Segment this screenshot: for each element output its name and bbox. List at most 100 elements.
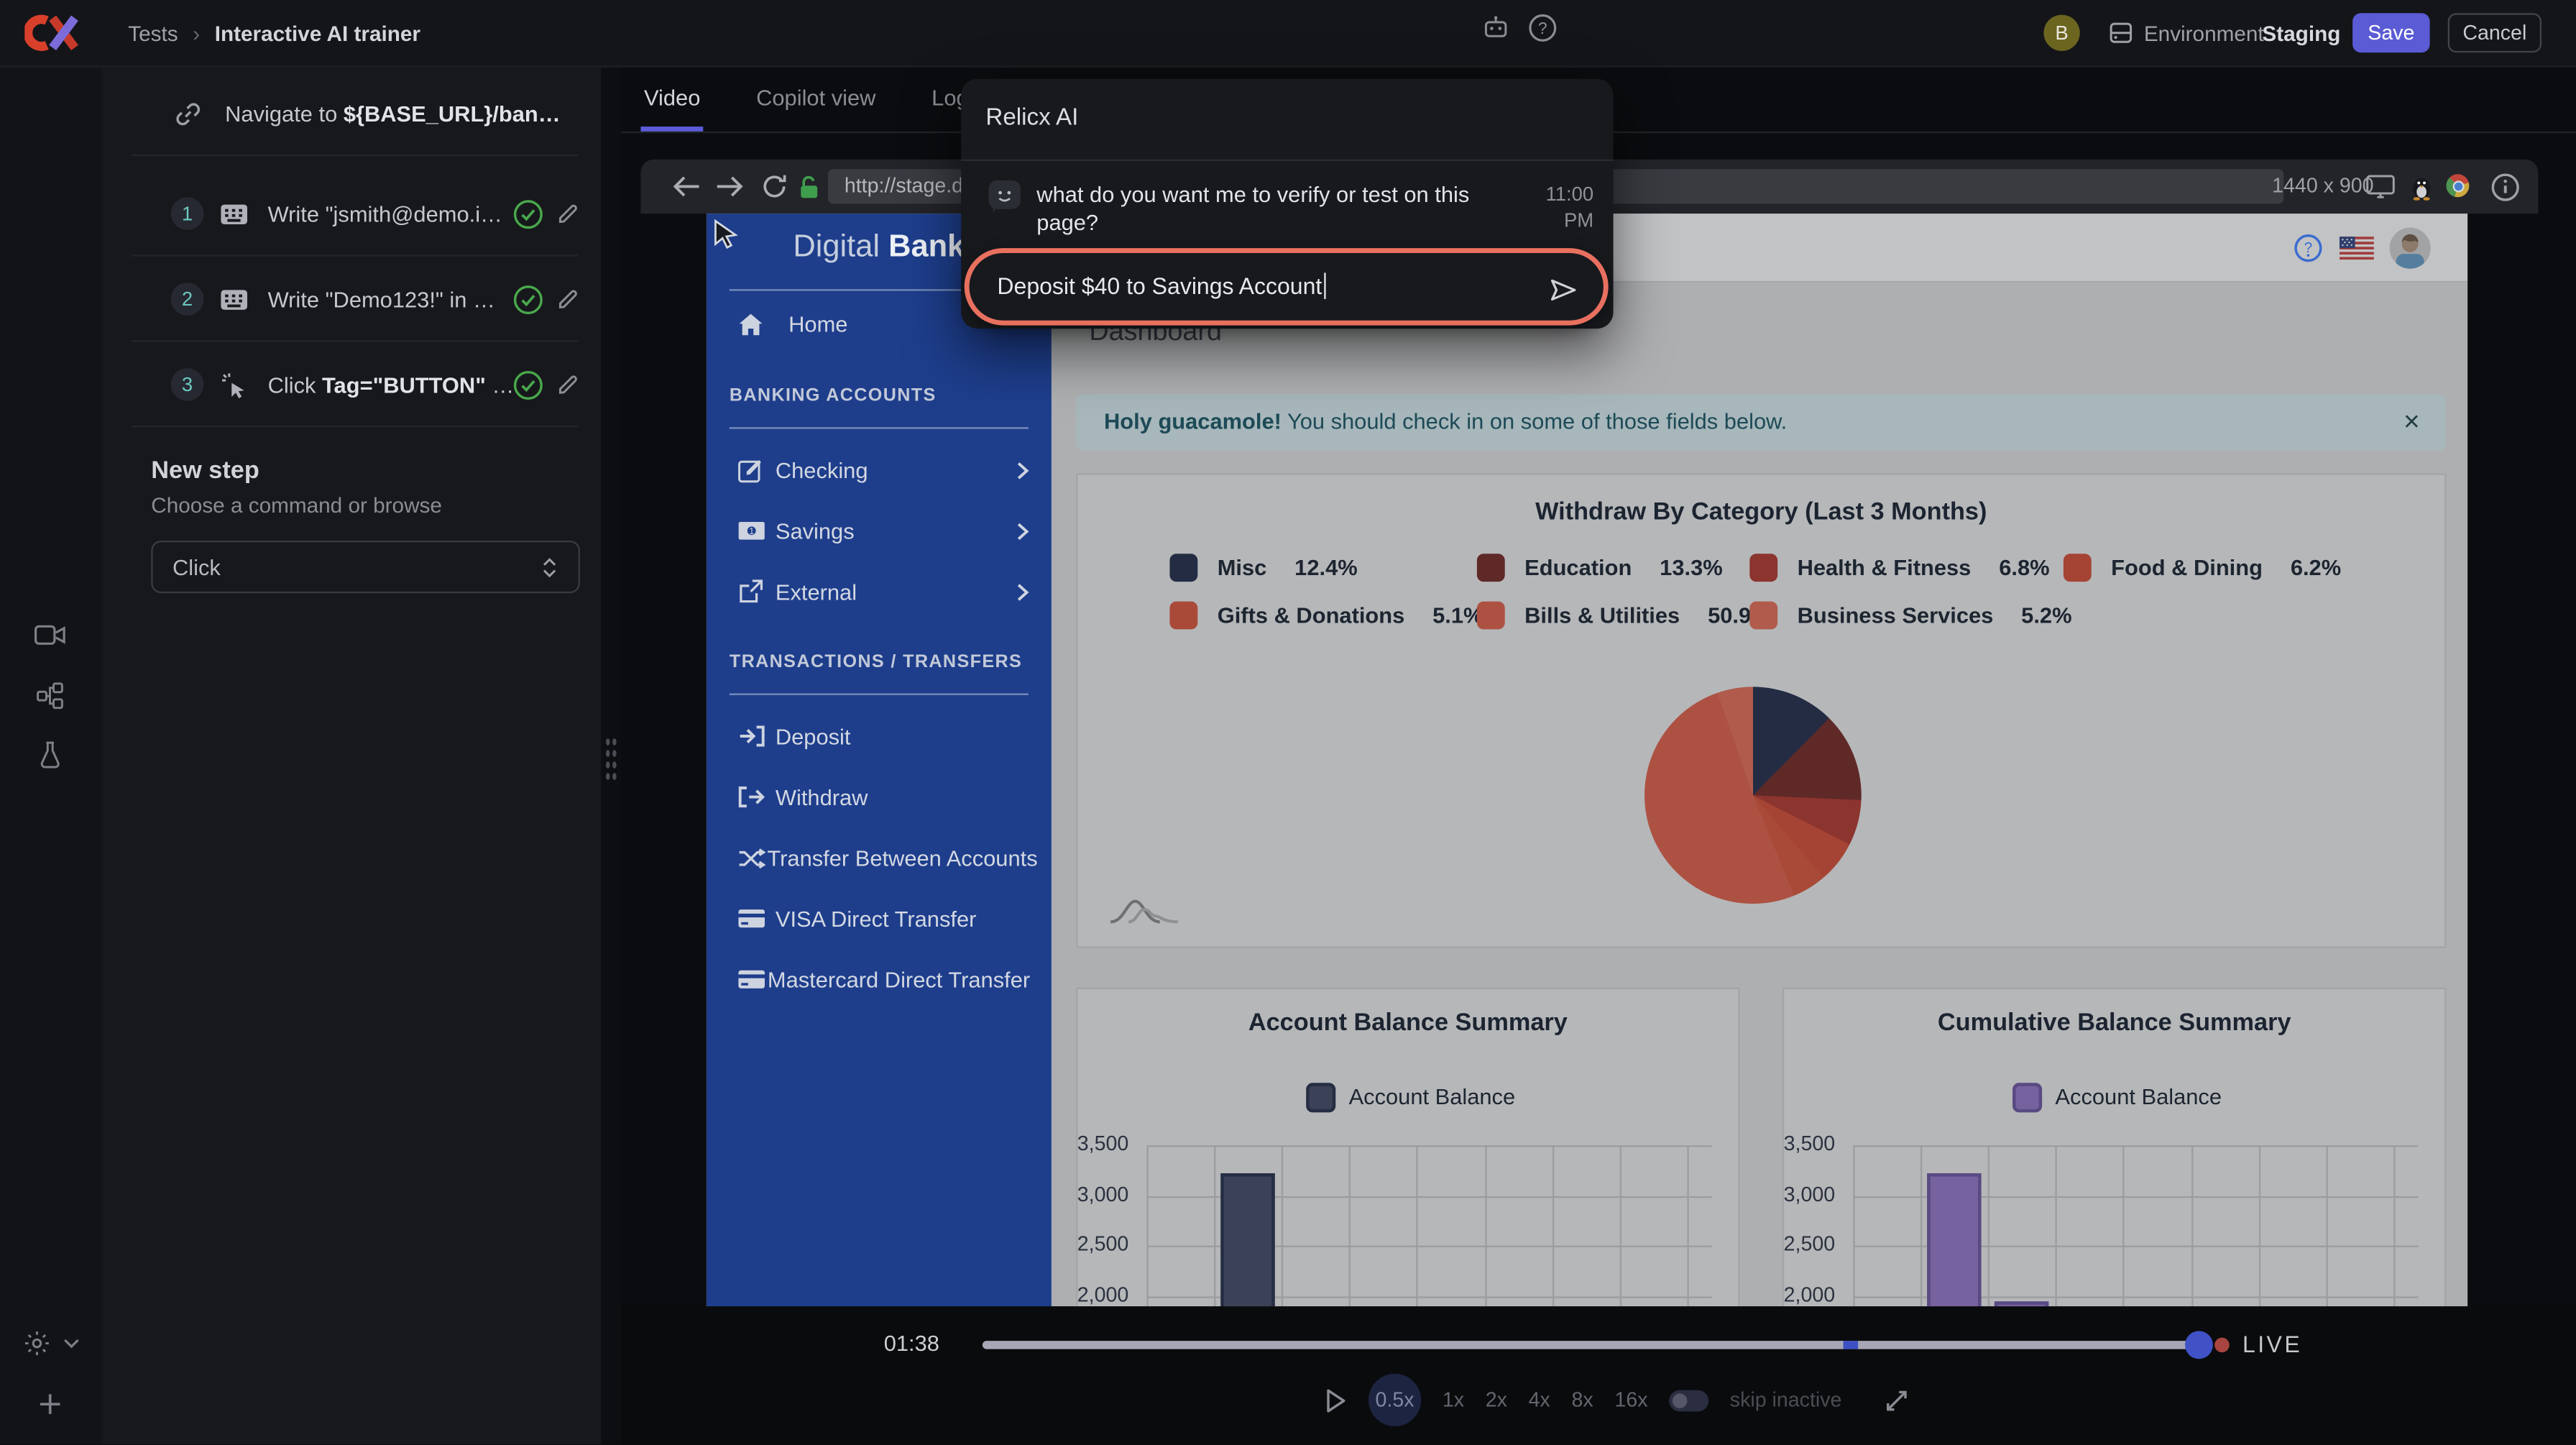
panel-resize-gutter[interactable] [602,65,621,1444]
bank-nav-deposit[interactable]: Deposit [737,718,1030,754]
seek-bar[interactable] [983,1341,2209,1349]
app-window: Tests › Interactive AI trainer ? B Envir… [0,0,2576,1444]
edit-step-icon[interactable] [556,287,580,311]
speed-16x[interactable]: 16x [1614,1388,1647,1411]
speed-4x[interactable]: 4x [1529,1388,1550,1411]
pie-legend-item: Health & Fitness6.8% [1749,554,2049,582]
prompt-input[interactable]: Deposit $40 to Savings Account [965,248,1609,325]
speed-2x[interactable]: 2x [1486,1388,1507,1411]
gear-icon[interactable] [23,1329,51,1357]
cx-logo-icon[interactable] [24,12,80,54]
fullscreen-icon[interactable] [1883,1386,1911,1414]
send-icon[interactable] [1547,276,1578,304]
session-info-icon[interactable] [2490,173,2520,202]
drag-handle-icon[interactable] [604,736,617,782]
sparkline-watermark-icon [1109,896,1182,927]
us-flag-icon[interactable] [2340,237,2374,260]
gridline [1853,1145,2418,1147]
speed-0.5x[interactable]: 0.5x [1368,1374,1421,1426]
legend-swatch [1749,554,1777,582]
y-axis-tick: 3,000 [1743,1183,1835,1206]
ai-assistant-icon[interactable] [1482,15,1510,40]
edit-icon [737,457,773,483]
divider [132,340,579,341]
left-icon-rail [0,65,104,1444]
skip-inactive-toggle[interactable] [1669,1390,1708,1411]
help-icon[interactable]: ? [1528,13,1558,42]
tab-video[interactable]: Video [640,65,704,131]
alert-close-icon[interactable]: × [2404,408,2420,436]
save-button[interactable]: Save [2352,13,2429,52]
select-chevrons-icon [540,554,558,579]
gridline [1416,1145,1417,1306]
navigate-step[interactable]: Navigate to ${BASE_URL}/ban… [174,88,560,138]
gridline [2327,1145,2328,1306]
workflow-icon[interactable] [36,682,64,710]
command-select[interactable]: Click [151,541,580,593]
edit-step-icon[interactable] [556,372,580,397]
test-step-2[interactable]: 2Write "Demo123!" in … [102,260,602,339]
bank-nav-visa-direct-transfer[interactable]: VISA Direct Transfer [737,901,1030,937]
legend-percent: 5.2% [2021,603,2071,628]
browser-refresh-icon[interactable] [760,173,788,201]
speed-8x[interactable]: 8x [1572,1388,1593,1411]
bank-help-icon[interactable]: ? [2294,234,2323,263]
environment-value[interactable]: Staging [2262,22,2340,46]
bank-nav-savings[interactable]: 1Savings [737,513,1030,549]
live-session-video[interactable]: Digital Bank Home BANKING ACCOUNTSChecki… [707,214,2467,1306]
tab-copilot-view[interactable]: Copilot view [753,65,880,131]
y-axis-tick: 2,500 [1743,1233,1835,1256]
step-passed-icon[interactable] [512,283,543,314]
step-passed-icon[interactable] [512,369,543,400]
credit-card-icon [737,909,773,928]
prompt-input-value[interactable]: Deposit $40 to Savings Account [997,272,1326,299]
bar [1995,1300,2048,1306]
browser-back-icon[interactable] [672,174,702,198]
gridline [2122,1145,2124,1306]
legend-swatch [1477,554,1505,582]
page-title: Interactive AI trainer [215,21,420,45]
chevron-right-icon [1016,581,1031,602]
bank-nav-checking[interactable]: Checking [737,452,1030,488]
dialog-title: Relicx AI [985,105,1078,132]
bank-nav-withdraw[interactable]: Withdraw [737,779,1030,815]
bank-nav-external[interactable]: External [737,574,1030,610]
divider [132,426,579,427]
edit-step-icon[interactable] [556,201,580,226]
legend-percent: 12.4% [1294,556,1358,580]
test-step-1[interactable]: 1Write "jsmith@demo.i… [102,174,602,253]
y-axis-tick: 3,000 [1036,1183,1128,1206]
breadcrumb-tests-link[interactable]: Tests [128,21,178,45]
bank-nav-transfer-between-accounts[interactable]: Transfer Between Accounts [737,840,1030,876]
keyboard-icon [220,203,248,224]
toggle-knob [1673,1393,1688,1408]
video-camera-icon[interactable] [34,625,65,646]
breadcrumb-separator: › [193,21,200,45]
chevron-down-icon[interactable] [63,1338,80,1349]
withdraw-category-pie-chart [1644,687,1862,904]
cancel-button[interactable]: Cancel [2448,13,2542,52]
test-steps-panel: Navigate to ${BASE_URL}/ban… 1Write "jsm… [102,65,602,1444]
bank-user-avatar[interactable] [2388,226,2431,269]
bar-chart-legend: Account Balance [1306,1083,1515,1111]
bank-nav-mastercard-direct-transfer[interactable]: Mastercard Direct Transfer [737,961,1030,997]
legend-swatch [1169,602,1197,630]
speed-1x[interactable]: 1x [1443,1388,1464,1411]
test-step-3[interactable]: 3Click Tag="BUTTON" … [102,345,602,424]
speed-options: 0.5x 1x 2x 4x 8x 16x [1368,1374,1647,1426]
playhead[interactable] [2185,1331,2213,1359]
play-icon[interactable] [1324,1386,1347,1414]
bar [1927,1173,1981,1306]
flask-icon[interactable] [38,741,63,769]
y-axis-tick: 2,500 [1036,1233,1128,1256]
add-step-icon[interactable] [38,1392,63,1416]
gridline [1146,1145,1148,1306]
svg-text:?: ? [2304,239,2312,256]
pie-legend-item: Gifts & Donations5.1% [1169,602,1483,630]
bank-nav-home[interactable]: Home [737,306,847,341]
step-passed-icon[interactable] [512,198,543,229]
browser-forward-icon[interactable] [714,174,744,198]
withdraw-category-card: Withdraw By Category (Last 3 Months) Mis… [1076,473,2446,948]
bar-chart-title: Cumulative Balance Summary [1784,1009,2444,1037]
user-avatar[interactable]: B [2043,15,2079,51]
